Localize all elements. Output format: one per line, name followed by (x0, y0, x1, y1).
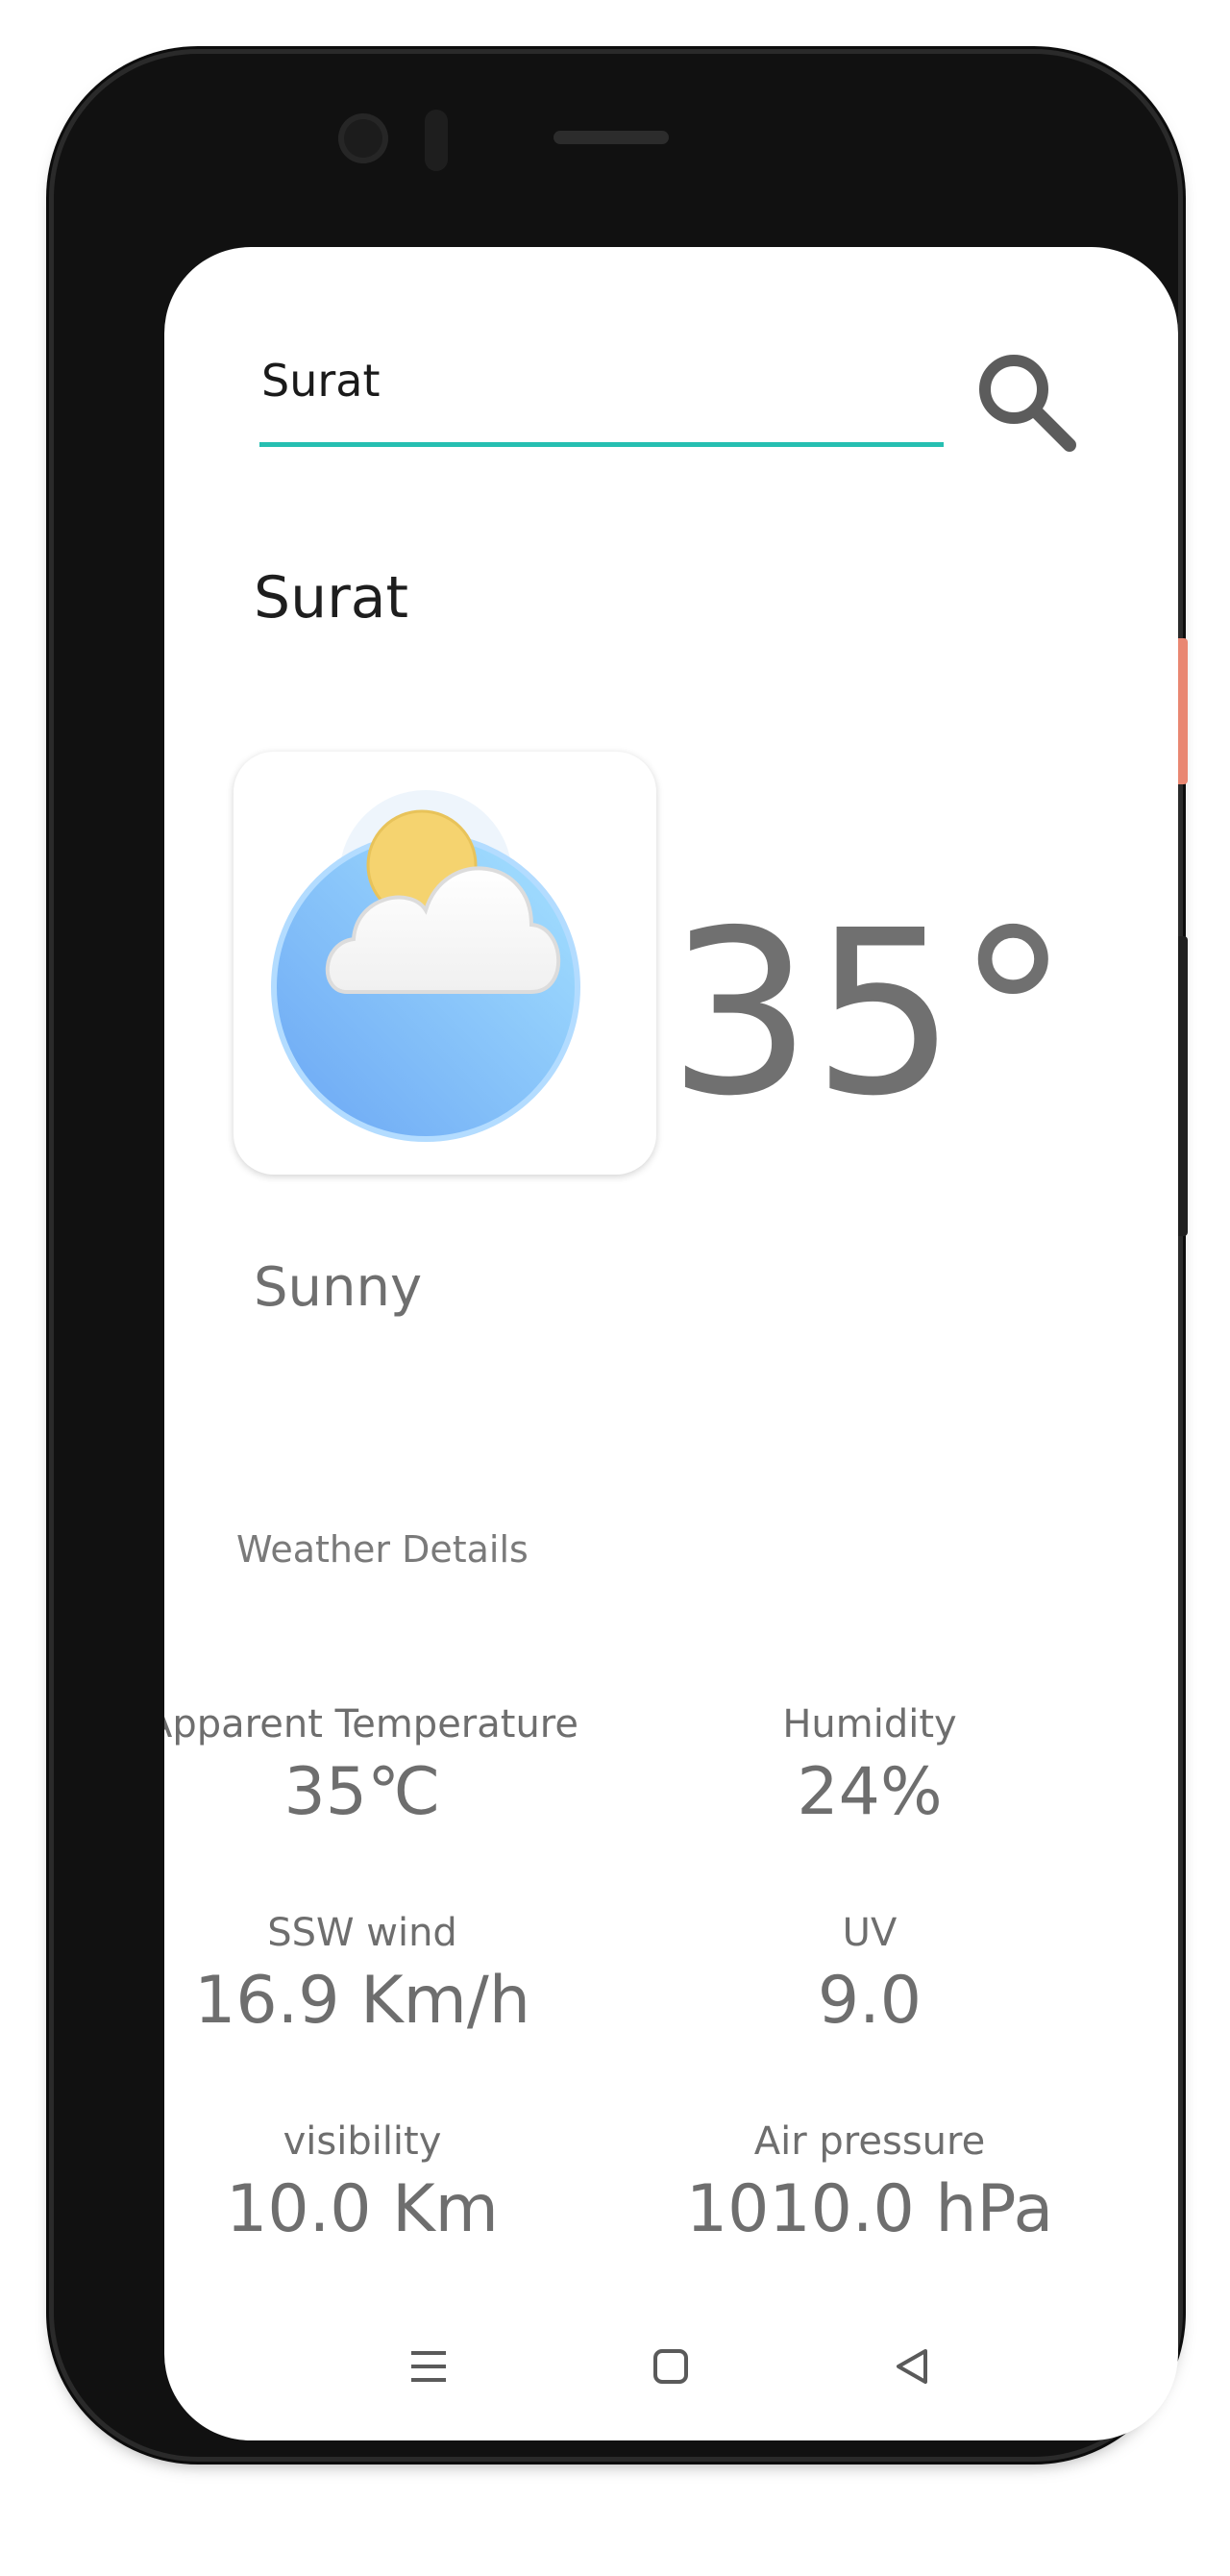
system-navigation-bar (164, 2314, 1178, 2419)
city-name: Surat (254, 564, 409, 632)
weather-icon-card (234, 752, 656, 1175)
search-input[interactable] (259, 353, 946, 409)
temperature-value: 35° (668, 881, 1070, 1146)
metric-value: 24% (797, 1754, 943, 1830)
metric-label: UV (842, 1911, 898, 1955)
home-square-icon (653, 2349, 688, 2384)
home-button[interactable] (637, 2333, 704, 2400)
metric-air-pressure: Air pressure 1010.0 hPa (620, 2116, 1119, 2252)
metric-value: 1010.0 hPa (685, 2171, 1054, 2247)
front-camera (338, 113, 388, 163)
volume-button (1178, 936, 1188, 1236)
weather-condition: Sunny (254, 1256, 423, 1319)
search-field-wrapper (259, 353, 946, 410)
proximity-sensor (425, 110, 448, 171)
phone-frame: Surat 35° Sunny (54, 54, 1178, 2457)
search-underline (259, 442, 944, 447)
metric-value: 10.0 Km (226, 2171, 499, 2247)
metric-label: SSW wind (267, 1911, 457, 1955)
search-icon (979, 355, 1076, 452)
metric-apparent-temperature: Apparent Temperature 35℃ (164, 1698, 612, 1835)
partly-cloudy-icon (271, 790, 580, 1142)
search-button[interactable] (966, 341, 1085, 460)
metric-wind: SSW wind 16.9 Km/h (164, 1907, 612, 2043)
app-screen: Surat 35° Sunny (164, 247, 1178, 2440)
power-button (1178, 638, 1188, 784)
weather-details-title: Weather Details (236, 1528, 529, 1571)
metric-label: Apparent Temperature (164, 1702, 578, 1746)
metric-label: Humidity (782, 1702, 957, 1746)
recent-apps-button[interactable] (395, 2333, 462, 2400)
back-triangle-icon (897, 2349, 927, 2384)
metric-value: 9.0 (817, 1963, 922, 2039)
metric-humidity: Humidity 24% (620, 1698, 1119, 1835)
metric-value: 16.9 Km/h (194, 1963, 530, 2039)
metric-label: visibility (283, 2119, 442, 2164)
metric-value: 35℃ (283, 1754, 441, 1830)
metric-uv: UV 9.0 (620, 1907, 1119, 2043)
metric-label: Air pressure (753, 2119, 986, 2164)
back-button[interactable] (878, 2333, 946, 2400)
metric-visibility: visibility 10.0 Km (164, 2116, 612, 2252)
earpiece-speaker (554, 131, 669, 144)
menu-icon (411, 2351, 446, 2382)
